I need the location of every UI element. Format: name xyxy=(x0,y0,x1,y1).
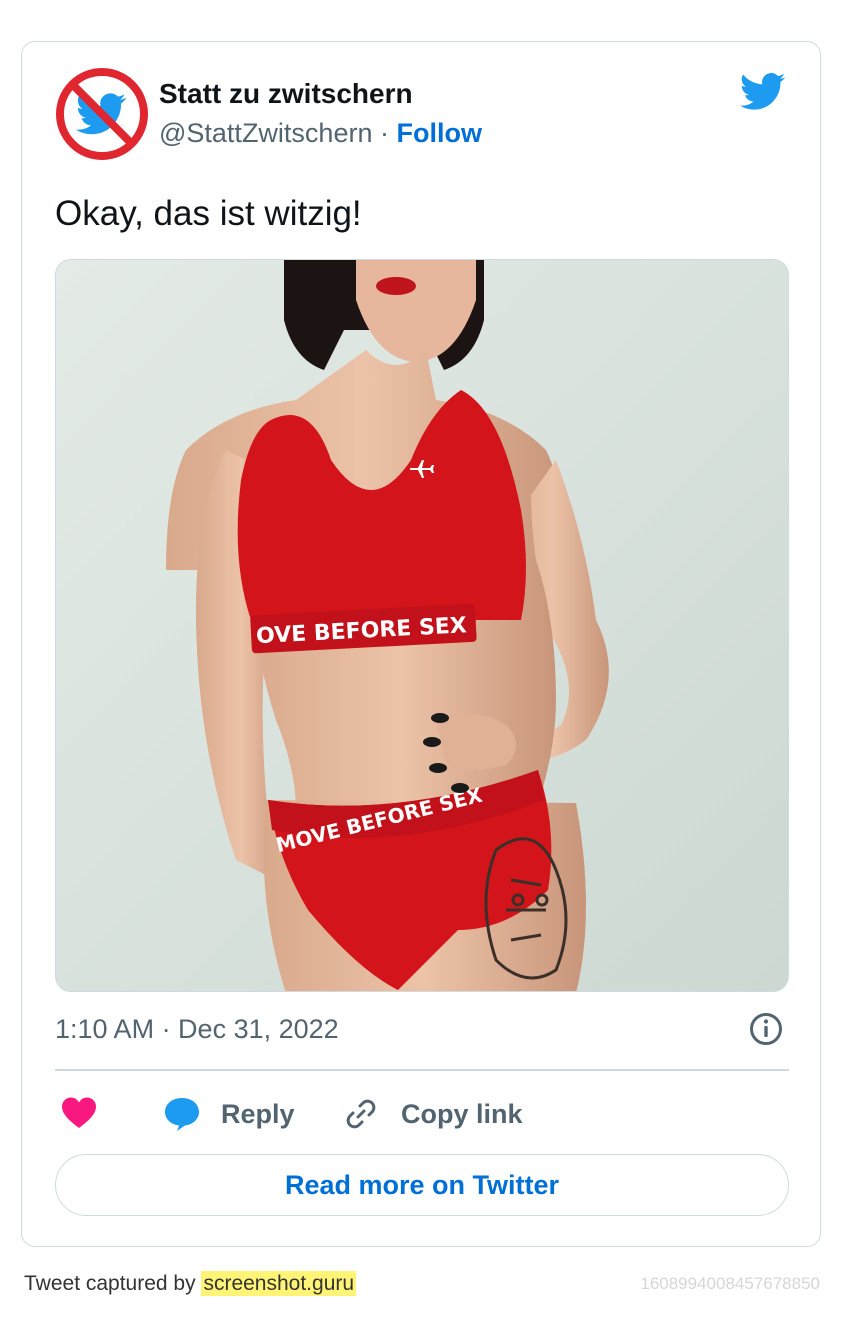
author-handle[interactable]: @StattZwitschern xyxy=(159,118,372,148)
reply-label: Reply xyxy=(221,1098,295,1129)
speech-bubble-icon xyxy=(165,1098,199,1131)
copy-link-button[interactable]: Copy link xyxy=(343,1094,523,1134)
capture-footer: Tweet captured by screenshot.guru xyxy=(24,1271,357,1296)
reply-button[interactable]: Reply xyxy=(163,1094,295,1134)
twitter-bird-icon[interactable] xyxy=(739,72,786,112)
screenshot-guru-link[interactable]: screenshot.guru xyxy=(201,1271,357,1296)
handle-separator: · xyxy=(379,118,389,148)
avatar[interactable] xyxy=(56,68,148,160)
action-bar: Reply Copy link xyxy=(55,1094,789,1134)
divider xyxy=(55,1069,789,1071)
tweet-timestamp[interactable]: 1:10 AM · Dec 31, 2022 xyxy=(55,1014,339,1045)
tweet-card: Statt zu zwitschern @StattZwitschern · F… xyxy=(21,41,821,1247)
tweet-id: 1608994008457678850 xyxy=(640,1274,820,1293)
info-icon[interactable] xyxy=(749,1012,783,1046)
follow-button[interactable]: Follow xyxy=(397,118,482,148)
author-name[interactable]: Statt zu zwitschern xyxy=(159,78,413,110)
link-icon xyxy=(346,1099,376,1129)
photo-illustration: OVE BEFORE SEX MOVE BEFORE SEX xyxy=(56,260,788,991)
copy-link-label: Copy link xyxy=(401,1098,523,1129)
author-handle-row: @StattZwitschern · Follow xyxy=(159,118,482,149)
tweet-media-photo[interactable]: OVE BEFORE SEX MOVE BEFORE SEX xyxy=(55,259,789,992)
no-bird-icon xyxy=(56,68,148,160)
tweet-text: Okay, das ist witzig! xyxy=(55,194,362,233)
read-more-button[interactable]: Read more on Twitter xyxy=(55,1154,789,1216)
captured-by-text: Tweet captured by xyxy=(24,1272,196,1295)
heart-icon[interactable] xyxy=(61,1096,97,1130)
